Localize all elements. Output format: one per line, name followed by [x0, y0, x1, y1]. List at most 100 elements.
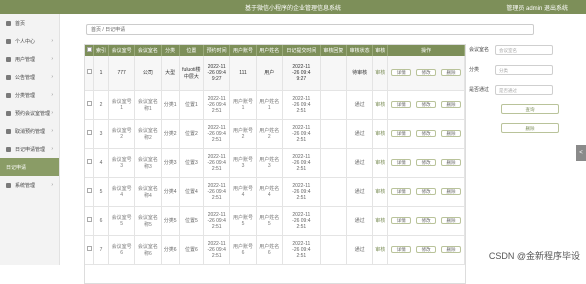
column-header: 操作: [388, 45, 465, 56]
sidebar-item[interactable]: 日记申请管理 ›: [0, 140, 59, 158]
table-cell: 4: [94, 148, 109, 177]
table-cell: 5: [94, 177, 109, 206]
row-checkbox[interactable]: [87, 69, 92, 74]
row-checkbox[interactable]: [87, 246, 92, 251]
table-row: 1777公司大型fuluoti楼 中层大2022-11 -26 09:4 9:2…: [85, 56, 465, 90]
detail-button[interactable]: 详情: [391, 69, 411, 76]
table-cell: 2022-11 -26 09:4 2:51: [282, 235, 320, 264]
sidebar-item[interactable]: 个人中心›: [0, 32, 59, 50]
select-all-checkbox[interactable]: [87, 47, 92, 52]
row-checkbox[interactable]: [87, 101, 92, 106]
detail-button[interactable]: 详情: [391, 159, 411, 166]
sidebar-item-label: 分类管理: [15, 92, 35, 99]
sidebar-item-label: 系统管理: [15, 182, 35, 189]
filter-room-input[interactable]: 会议室名: [495, 45, 553, 55]
edit-button[interactable]: 修改: [416, 188, 436, 195]
table-cell: [320, 206, 346, 235]
filter-status-label: 是否通过: [469, 86, 495, 93]
column-header: 用户账号: [230, 45, 256, 56]
sidebar-item[interactable]: 分类管理›: [0, 86, 59, 104]
table-cell: 位置2: [179, 119, 203, 148]
filter-category-input[interactable]: 分类: [495, 65, 553, 75]
user-icon: [6, 57, 11, 62]
checkbox-cell: [85, 148, 94, 177]
table-row: 2会议室号 1会议室名 称1分类1位置12022-11 -26 09:4 2:5…: [85, 90, 465, 119]
edit-button[interactable]: 修改: [416, 101, 436, 108]
table-cell: 用户账号 3: [230, 148, 256, 177]
column-header: [85, 45, 94, 56]
sidebar-item[interactable]: 预约会议室管理›: [0, 104, 59, 122]
sidebar-item[interactable]: 用户管理 ›: [0, 50, 59, 68]
table-cell: 用户: [256, 56, 282, 90]
actions-cell: 详情修改删除: [388, 206, 465, 235]
audit-link[interactable]: 审核: [375, 70, 385, 76]
edit-button[interactable]: 修改: [416, 159, 436, 166]
table-cell: 分类1: [161, 90, 179, 119]
audit-link[interactable]: 审核: [375, 247, 385, 253]
main-area: 首页 / 日记申请 索引会议室号会议室名分类位置预约时间用户账号用户姓名日记提交…: [62, 14, 586, 265]
row-checkbox[interactable]: [87, 188, 92, 193]
table-cell: [320, 56, 346, 90]
sidebar-item-label: 预约会议室管理: [15, 110, 50, 117]
edit-button[interactable]: 修改: [416, 217, 436, 224]
table-cell: 通过: [347, 90, 373, 119]
detail-button[interactable]: 详情: [391, 246, 411, 253]
table-row: 7会议室号 6会议室名 称6分类6位置62022-11 -26 09:4 2:5…: [85, 235, 465, 264]
column-header: 分类: [161, 45, 179, 56]
sidebar-item[interactable]: 首页: [0, 14, 59, 32]
table-cell: 公司: [135, 56, 161, 90]
delete-row-button[interactable]: 删除: [441, 130, 461, 137]
collapse-tab[interactable]: <: [576, 145, 586, 161]
table-cell: 会议室名 称5: [135, 206, 161, 235]
table-cell: 用户账号 4: [230, 177, 256, 206]
sidebar-item[interactable]: 系统管理›: [0, 176, 59, 194]
delete-row-button[interactable]: 删除: [441, 101, 461, 108]
column-header: 审核: [373, 45, 388, 56]
search-button[interactable]: 查询: [501, 104, 559, 114]
audit-cell: 审核: [373, 235, 388, 264]
chevron-right-icon: ›: [51, 146, 53, 152]
delete-row-button[interactable]: 删除: [441, 217, 461, 224]
audit-link[interactable]: 审核: [375, 102, 385, 108]
audit-link[interactable]: 审核: [375, 189, 385, 195]
delete-row-button[interactable]: 删除: [441, 246, 461, 253]
row-checkbox[interactable]: [87, 217, 92, 222]
edit-button[interactable]: 修改: [416, 69, 436, 76]
user-info[interactable]: 管理员 admin 退出系统: [506, 3, 568, 12]
sidebar-item-label: 日记申请管理: [15, 146, 45, 153]
filter-status-select[interactable]: 是否通过: [495, 85, 553, 95]
sidebar-item[interactable]: 公告管理›: [0, 68, 59, 86]
sidebar-item-label: 用户管理: [15, 56, 35, 63]
audit-link[interactable]: 审核: [375, 160, 385, 166]
delete-button[interactable]: 删除: [501, 123, 559, 133]
row-checkbox[interactable]: [87, 159, 92, 164]
detail-button[interactable]: 详情: [391, 101, 411, 108]
edit-button[interactable]: 修改: [416, 246, 436, 253]
delete-row-button[interactable]: 删除: [441, 69, 461, 76]
audit-link[interactable]: 审核: [375, 131, 385, 137]
detail-button[interactable]: 详情: [391, 130, 411, 137]
delete-row-button[interactable]: 删除: [441, 159, 461, 166]
chevron-right-icon: ›: [51, 56, 53, 62]
sidebar-item[interactable]: 取消预约管理›: [0, 122, 59, 140]
sidebar-item[interactable]: 日记申请: [0, 158, 59, 176]
column-header: 位置: [179, 45, 203, 56]
detail-button[interactable]: 详情: [391, 188, 411, 195]
table-cell: [320, 148, 346, 177]
audit-cell: 审核: [373, 177, 388, 206]
app-title: 基于微信小程序的企业管理信息系统: [0, 3, 586, 12]
table-cell: 大型: [161, 56, 179, 90]
table-cell: 2022-11 -26 09:4 2:51: [282, 90, 320, 119]
detail-button[interactable]: 详情: [391, 217, 411, 224]
row-checkbox[interactable]: [87, 130, 92, 135]
delete-row-button[interactable]: 删除: [441, 188, 461, 195]
cancel-icon: [6, 129, 11, 134]
audit-cell: 审核: [373, 119, 388, 148]
edit-button[interactable]: 修改: [416, 130, 436, 137]
table-cell: [320, 90, 346, 119]
chevron-right-icon: ›: [51, 110, 53, 116]
audit-link[interactable]: 审核: [375, 218, 385, 224]
table-cell: 2: [94, 90, 109, 119]
top-bar: 基于微信小程序的企业管理信息系统 管理员 admin 退出系统: [0, 0, 586, 14]
table-cell: 用户姓名 2: [256, 119, 282, 148]
